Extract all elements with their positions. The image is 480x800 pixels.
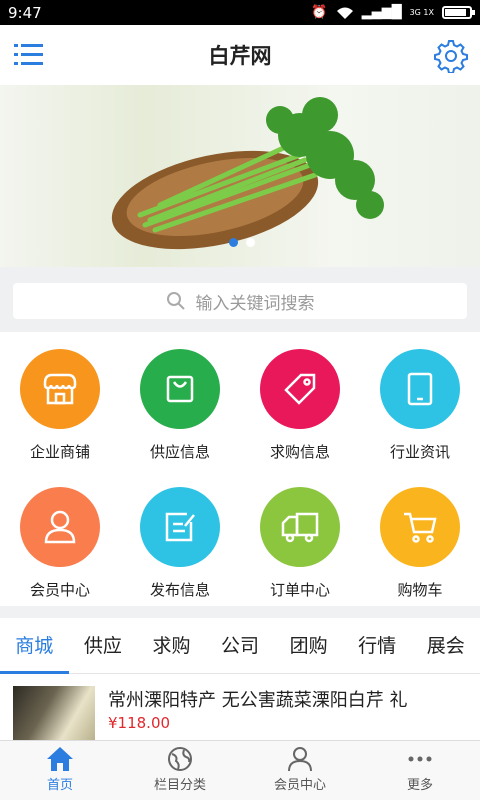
grid-item-cart[interactable]: 购物车 <box>360 487 480 600</box>
person-icon <box>288 747 312 772</box>
tab-company[interactable]: 公司 <box>206 618 275 673</box>
app-bar: 白芹网 <box>0 25 480 85</box>
nav-label: 栏目分类 <box>153 778 206 793</box>
search-placeholder: 输入关键词搜索 <box>195 293 315 314</box>
status-time: 9:47 <box>8 3 42 22</box>
grid-item-shops[interactable]: 企业商铺 <box>0 349 120 462</box>
carousel-dot[interactable] <box>246 238 255 247</box>
tab-mall[interactable]: 商城 <box>0 618 69 674</box>
gear-icon[interactable] <box>434 39 468 73</box>
category-tabs: 商城 供应 求购 公司 团购 行情 展会 <box>0 618 480 674</box>
grid-label: 企业商铺 <box>29 443 90 461</box>
grid-label: 求购信息 <box>269 443 330 461</box>
grid-item-member[interactable]: 会员中心 <box>0 487 120 600</box>
search-input[interactable]: 输入关键词搜索 <box>13 283 467 319</box>
carousel-dot[interactable] <box>229 238 238 247</box>
grid-label: 供应信息 <box>149 443 210 461</box>
grid-label: 会员中心 <box>29 581 90 599</box>
menu-icon[interactable] <box>14 41 44 69</box>
grid-label: 行业资讯 <box>389 443 450 461</box>
truck-icon <box>260 487 340 567</box>
tag-icon <box>260 349 340 429</box>
battery-icon <box>442 6 475 19</box>
tab-group-buy[interactable]: 团购 <box>274 618 343 673</box>
tab-purchase[interactable]: 求购 <box>137 618 206 673</box>
grid-item-purchase[interactable]: 求购信息 <box>240 349 360 462</box>
nav-home[interactable]: 首页 <box>0 741 120 800</box>
list-item[interactable]: 常州溧阳特产 无公害蔬菜溧阳白芹 礼 ¥118.00 <box>0 674 480 740</box>
status-bar: 9:47 ⏰ ▂▄▆█ 3G 1X <box>0 0 480 25</box>
grid-item-publish[interactable]: 发布信息 <box>120 487 240 600</box>
more-icon <box>408 756 432 762</box>
product-price: ¥118.00 <box>108 714 171 732</box>
home-icon <box>47 747 73 771</box>
bottom-nav: 首页 栏目分类 会员中心 更多 <box>0 740 480 800</box>
nav-label: 首页 <box>46 778 73 793</box>
alarm-icon: ⏰ <box>311 5 328 20</box>
banner-carousel[interactable] <box>0 85 480 267</box>
nav-categories[interactable]: 栏目分类 <box>120 741 240 800</box>
nav-more[interactable]: 更多 <box>360 741 480 800</box>
grid-label: 购物车 <box>397 581 443 599</box>
grid-item-orders[interactable]: 订单中心 <box>240 487 360 600</box>
edit-icon <box>140 487 220 567</box>
signal-icon: ▂▄▆█ <box>361 5 402 20</box>
wifi-icon <box>336 7 353 19</box>
page-title: 白芹网 <box>208 44 272 68</box>
globe-icon <box>168 747 192 771</box>
grid-item-news[interactable]: 行业资讯 <box>360 349 480 462</box>
grid-item-supply[interactable]: 供应信息 <box>120 349 240 462</box>
bag-icon <box>140 349 220 429</box>
user-icon <box>20 487 100 567</box>
grid-label: 发布信息 <box>149 581 210 599</box>
tab-market[interactable]: 行情 <box>343 618 412 673</box>
network-type: 3G 1X <box>409 7 434 17</box>
search-icon <box>166 292 185 310</box>
carousel-dots <box>229 238 255 247</box>
grid-label: 订单中心 <box>269 581 330 599</box>
nav-label: 更多 <box>406 778 433 793</box>
tablet-icon <box>380 349 460 429</box>
category-grid: 企业商铺 供应信息 求购信息 行业资讯 会员中心 发布信息 订单中心 购物车 <box>0 332 480 606</box>
tab-exhibition[interactable]: 展会 <box>411 618 480 673</box>
search-section: 输入关键词搜索 <box>0 267 480 332</box>
tab-supply[interactable]: 供应 <box>69 618 138 673</box>
cart-icon <box>380 487 460 567</box>
nav-member[interactable]: 会员中心 <box>240 741 360 800</box>
product-thumbnail <box>13 686 95 740</box>
product-name: 常州溧阳特产 无公害蔬菜溧阳白芹 礼 <box>108 690 408 711</box>
shop-icon <box>20 349 100 429</box>
nav-label: 会员中心 <box>273 778 326 793</box>
